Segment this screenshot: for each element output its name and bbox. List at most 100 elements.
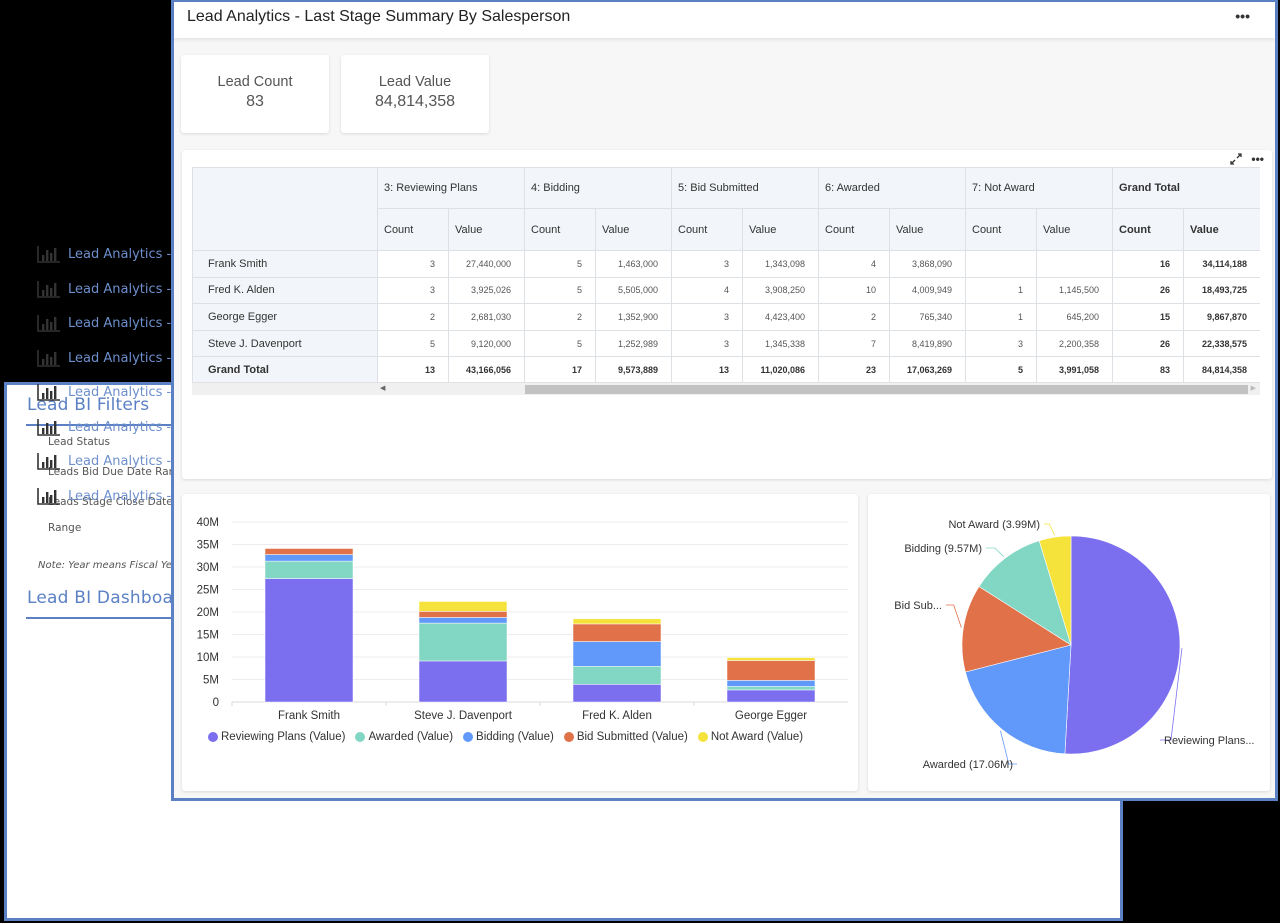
bar-chart-icon <box>37 419 60 436</box>
count-header[interactable]: Count <box>818 208 890 251</box>
stage-header[interactable]: 6: Awarded <box>818 167 966 209</box>
table-cell: 5 <box>377 329 449 358</box>
y-tick-label: 40M <box>197 517 219 529</box>
row-label[interactable]: Fred K. Alden <box>192 276 378 305</box>
stage-header[interactable]: 4: Bidding <box>524 167 672 209</box>
legend-item[interactable]: Bid Submitted (Value) <box>563 731 688 743</box>
table-cell: 1,345,338 <box>742 329 819 358</box>
stage-header[interactable]: 3: Reviewing Plans <box>377 167 525 209</box>
table-cell: 17,063,269 <box>889 356 966 384</box>
bar-segment[interactable] <box>726 680 816 687</box>
bar-segment[interactable] <box>418 660 508 703</box>
count-header[interactable]: Count <box>671 208 743 251</box>
filter-lead-status[interactable]: Lead Status <box>48 436 110 448</box>
stacked-bar-chart-card: 0 5M 10M 15M 20M 25M 30M 35M 40M Frank Smith Steve… <box>182 494 858 791</box>
table-cell: 84,814,358 <box>1182 356 1260 384</box>
legend-swatch <box>355 732 366 742</box>
bar-segment[interactable] <box>572 684 662 703</box>
bar-chart-icon <box>37 315 60 332</box>
legend-label: Awarded (Value) <box>368 731 454 743</box>
expand-icon[interactable] <box>1230 153 1242 165</box>
bar-segment[interactable] <box>418 617 508 624</box>
grand-total-row: Grand Total 13 43,166,056 17 9,573,889 13 11,0… <box>192 356 1260 384</box>
bar-segment[interactable] <box>264 548 354 555</box>
count-header[interactable]: Count <box>1112 208 1184 251</box>
value-header[interactable]: Value <box>1182 208 1260 251</box>
bar-segment[interactable] <box>264 578 354 703</box>
count-header[interactable]: Count <box>524 208 596 251</box>
bar-segment[interactable] <box>264 554 354 562</box>
row-label[interactable]: George Egger <box>192 303 378 331</box>
bar-chart-icon <box>37 281 60 298</box>
table-cell: 1 <box>965 276 1037 305</box>
value-header[interactable]: Value <box>889 208 966 251</box>
table-cell: 3 <box>671 250 743 278</box>
table-cell: 7 <box>818 329 890 358</box>
table-cell: 2,200,358 <box>1036 329 1113 358</box>
stage-header[interactable]: Grand Total <box>1111 167 1260 209</box>
scrollbar-thumb[interactable] <box>525 385 1248 394</box>
row-label[interactable]: Grand Total <box>192 356 378 384</box>
y-tick-label: 35M <box>197 540 219 552</box>
bar-segment[interactable] <box>572 666 662 685</box>
bar-chart-icon <box>37 488 60 505</box>
legend-item[interactable]: Awarded (Value) <box>355 731 453 743</box>
bar-segment[interactable] <box>572 641 662 667</box>
dashboard-link[interactable]: Lead Analytics - <box>37 245 171 263</box>
table-cell: 3 <box>377 276 449 305</box>
bar-segment[interactable] <box>726 689 816 703</box>
table-cell: 1 <box>965 303 1037 331</box>
x-tick-label: Fred K. Alden <box>582 710 652 722</box>
bar-chart-icon <box>37 384 60 401</box>
dashboard-link[interactable]: Lead Analytics - <box>37 314 171 332</box>
pie-slice[interactable] <box>1064 535 1181 755</box>
pivot-more-button[interactable]: ••• <box>1251 153 1264 165</box>
value-header[interactable]: Value <box>1036 208 1113 251</box>
bar-segment[interactable] <box>418 601 508 612</box>
row-label[interactable]: Frank Smith <box>192 250 378 278</box>
pie-label: Bid Sub... <box>894 600 942 612</box>
table-cell: 5 <box>524 329 596 358</box>
dashboard-link[interactable]: Lead Analytics - <box>37 383 171 401</box>
row-label[interactable]: Steve J. Davenport <box>192 329 378 358</box>
scroll-left-icon[interactable]: ◀ <box>380 384 385 392</box>
bar-segment[interactable] <box>726 660 816 681</box>
table-cell: 5 <box>524 276 596 305</box>
table-cell: 4,423,400 <box>742 303 819 331</box>
table-cell: 1,343,098 <box>742 250 819 278</box>
bar-segment[interactable] <box>726 657 816 661</box>
table-cell: 15 <box>1112 303 1184 331</box>
y-tick-label: 20M <box>197 607 219 619</box>
table-cell: 83 <box>1112 356 1184 384</box>
count-header[interactable]: Count <box>377 208 449 251</box>
legend-item[interactable]: Bidding (Value) <box>463 731 554 743</box>
pivot-table-card: ••• 3: Reviewing Plans 4: Bidding 5: Bid S… <box>182 150 1272 479</box>
table-cell: 2,681,030 <box>448 303 525 331</box>
value-header[interactable]: Value <box>448 208 525 251</box>
bar-segment[interactable] <box>726 686 816 691</box>
stage-header[interactable]: 7: Not Award <box>965 167 1113 209</box>
value-header[interactable]: Value <box>595 208 672 251</box>
table-cell <box>1036 250 1113 278</box>
count-header[interactable]: Count <box>965 208 1037 251</box>
header-more-button[interactable]: ••• <box>1235 9 1250 23</box>
horizontal-scrollbar[interactable]: ◀ ▶ <box>192 382 1260 395</box>
scroll-right-icon[interactable]: ▶ <box>1251 384 1256 392</box>
page-title: Lead Analytics - Last Stage Summary By S… <box>187 8 571 25</box>
bar-segment[interactable] <box>418 611 508 618</box>
bar-segment[interactable] <box>264 560 354 579</box>
table-cell: 3,925,026 <box>448 276 525 305</box>
table-cell: 4 <box>671 276 743 305</box>
bar-segment[interactable] <box>572 618 662 625</box>
bar-segment[interactable] <box>572 623 662 642</box>
table-cell: 9,573,889 <box>595 356 672 384</box>
bar-segment[interactable] <box>418 622 508 662</box>
kpi-lead-value: Lead Value 84,814,358 <box>341 55 489 133</box>
legend-item[interactable]: Not Award (Value) <box>697 731 803 743</box>
value-header[interactable]: Value <box>742 208 819 251</box>
legend-item[interactable]: Reviewing Plans (Value) <box>208 731 345 743</box>
stage-header[interactable]: 5: Bid Submitted <box>671 167 819 209</box>
filter-stage-close-date-range[interactable]: Range <box>48 522 81 534</box>
dashboard-link[interactable]: Lead Analytics - <box>37 280 171 298</box>
dashboard-link[interactable]: Lead Analytics - <box>37 349 171 367</box>
